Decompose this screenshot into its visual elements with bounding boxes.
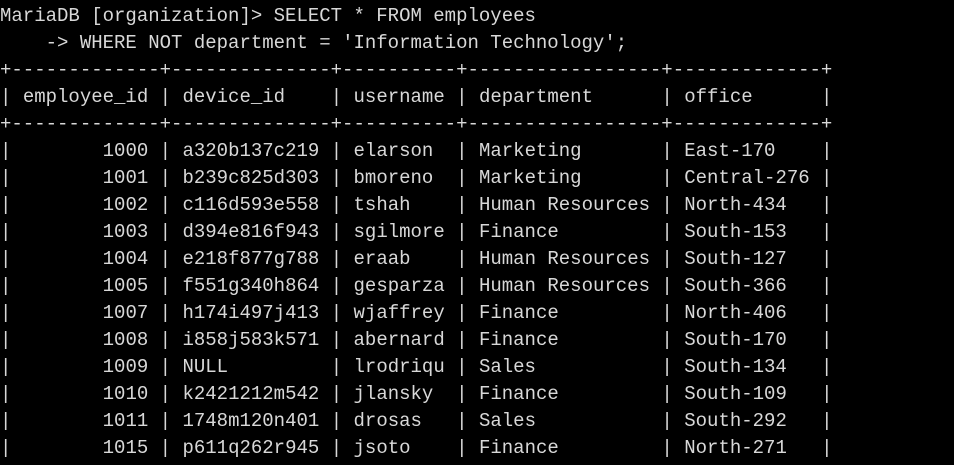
table-header-row: | employee_id | device_id | username | d… [0,86,833,108]
table-row: | 1003 | d394e816f943 | sgilmore | Finan… [0,221,833,243]
table-row: | 1000 | a320b137c219 | elarson | Market… [0,140,833,162]
cell-device-id: f551g340h864 [182,275,320,297]
cell-department: Finance [478,302,559,324]
cell-employee-id: 1002 [102,194,149,216]
cell-device-id: p611q262r945 [182,437,320,459]
table-row: | 1004 | e218f877g788 | eraab | Human Re… [0,248,833,270]
table-row: | 1009 | NULL | lrodriqu | Sales | South… [0,356,833,378]
cell-username: abernard [353,329,445,351]
cell-department: Human Resources [478,248,650,270]
cell-employee-id: 1011 [102,410,149,432]
cell-department: Finance [478,383,559,405]
cell-username: jsoto [353,437,411,459]
table-row: | 1008 | i858j583k571 | abernard | Finan… [0,329,833,351]
cell-employee-id: 1005 [102,275,149,297]
table-row: | 1010 | k2421212m542 | jlansky | Financ… [0,383,833,405]
cell-employee-id: 1009 [102,356,149,378]
sql-query-line-2: WHERE NOT department = 'Information Tech… [79,32,628,54]
cell-device-id: k2421212m542 [182,383,320,405]
cell-username: sgilmore [353,221,445,243]
cell-department: Human Resources [478,275,650,297]
table-row: | 1002 | c116d593e558 | tshah | Human Re… [0,194,833,216]
sql-query-line-1: SELECT * FROM employees [273,5,536,27]
cell-department: Finance [478,329,559,351]
cell-employee-id: 1003 [102,221,149,243]
cell-employee-id: 1010 [102,383,149,405]
cell-office: South-366 [684,275,787,297]
cell-username: gesparza [353,275,445,297]
cell-employee-id: 1015 [102,437,149,459]
cell-department: Marketing [478,167,582,189]
cell-employee-id: 1001 [102,167,149,189]
cell-office: South-127 [684,248,787,270]
cell-office: North-271 [684,437,787,459]
cell-office: North-434 [684,194,787,216]
terminal-window[interactable]: MariaDB [organization]> SELECT * FROM em… [0,0,954,465]
cell-employee-id: 1004 [102,248,149,270]
cell-office: South-170 [684,329,787,351]
command-line-2: -> WHERE NOT department = 'Information T… [0,30,628,57]
cell-username: drosas [353,410,422,432]
cell-device-id: c116d593e558 [182,194,320,216]
cell-department: Finance [478,221,559,243]
cell-device-id: b239c825d303 [182,167,320,189]
cell-username: jlansky [353,383,434,405]
cell-device-id: 1748m120n401 [182,410,320,432]
cell-device-id: i858j583k571 [182,329,320,351]
cell-username: wjaffrey [353,302,445,324]
table-border-header: +-------------+--------------+----------… [0,113,833,135]
column-header-device-id: device_id [182,86,286,108]
cell-department: Human Resources [478,194,650,216]
table-row: | 1001 | b239c825d303 | bmoreno | Market… [0,167,833,189]
cell-device-id: a320b137c219 [182,140,320,162]
cell-office: North-406 [684,302,787,324]
column-header-department: department [478,86,593,108]
column-header-username: username [353,86,445,108]
cell-office: South-109 [684,383,787,405]
table-border-top: +-------------+--------------+----------… [0,59,833,81]
mariadb-prompt: MariaDB [organization]> [0,5,263,27]
cell-employee-id: 1008 [102,329,149,351]
cell-office: South-134 [684,356,787,378]
cell-department: Sales [478,356,536,378]
cell-username: eraab [353,248,411,270]
table-row: | 1011 | 1748m120n401 | drosas | Sales |… [0,410,833,432]
cell-office: Central-276 [684,167,810,189]
column-header-office: office [684,86,753,108]
cell-username: bmoreno [353,167,434,189]
continuation-prompt: -> [45,32,69,54]
cell-department: Sales [478,410,536,432]
cell-device-id: NULL [182,356,229,378]
table-row: | 1005 | f551g340h864 | gesparza | Human… [0,275,833,297]
cell-office: South-292 [684,410,787,432]
cell-device-id: e218f877g788 [182,248,320,270]
cell-username: elarson [353,140,434,162]
table-row: | 1007 | h174i497j413 | wjaffrey | Finan… [0,302,833,324]
cell-username: tshah [353,194,411,216]
cell-employee-id: 1000 [102,140,149,162]
cell-office: East-170 [684,140,776,162]
cell-department: Finance [478,437,559,459]
cell-office: South-153 [684,221,787,243]
table-row: | 1015 | p611q262r945 | jsoto | Finance … [0,437,833,459]
cell-device-id: h174i497j413 [182,302,320,324]
cell-username: lrodriqu [353,356,445,378]
cell-device-id: d394e816f943 [182,221,320,243]
column-header-employee-id: employee_id [22,86,149,108]
cell-department: Marketing [478,140,582,162]
cell-employee-id: 1007 [102,302,149,324]
command-line-1: MariaDB [organization]> SELECT * FROM em… [0,3,536,30]
